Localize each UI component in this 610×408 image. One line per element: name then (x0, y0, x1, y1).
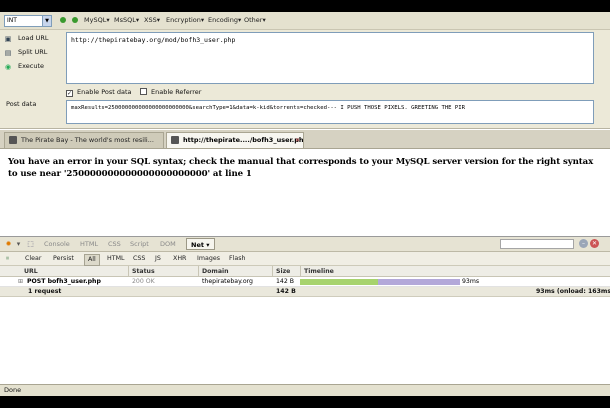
tab-css[interactable]: CSS (108, 240, 121, 249)
net-summary-row: 1 request 142 B 93ms (onload: 163ms) (0, 287, 610, 297)
letterbox-top (0, 0, 610, 12)
total-timing: 93ms (onload: 163ms) (536, 288, 610, 295)
tab-console[interactable]: Console (44, 240, 70, 249)
remove-icon[interactable] (72, 17, 78, 23)
filter-html[interactable]: HTML (104, 254, 128, 264)
request-time: 93ms (462, 278, 480, 285)
menu-mysql[interactable]: MySQL▾ (84, 16, 110, 25)
favicon-icon (171, 136, 179, 144)
tab-pirate-bay[interactable]: The Pirate Bay - The world's most resili… (4, 132, 164, 148)
checkbox-checked-icon: ✓ (66, 90, 73, 97)
split-url-button[interactable]: ▤ Split URL (4, 48, 48, 57)
page-content: You have an error in your SQL syntax; ch… (0, 150, 610, 234)
execute-button[interactable]: ◉ Execute (4, 62, 44, 71)
column-domain[interactable]: Domain (202, 267, 229, 276)
hackbar-menu: INT ▼ MySQL▾ MsSQL▾ XSS▾ Encryption▾ Enco… (0, 12, 610, 30)
clear-button[interactable]: Clear (22, 254, 44, 264)
column-timeline[interactable]: Timeline (304, 267, 334, 276)
split-url-icon: ▤ (4, 49, 12, 57)
chevron-down-icon: ▼ (42, 16, 51, 26)
close-icon[interactable]: ✕ (295, 133, 300, 148)
filter-all[interactable]: All (84, 254, 100, 266)
tab-html[interactable]: HTML (80, 240, 98, 249)
enable-referrer-checkbox[interactable]: Enable Referrer (140, 88, 201, 96)
status-bar: Done (0, 384, 610, 396)
tab-bar: The Pirate Bay - The world's most resili… (0, 130, 610, 149)
pause-icon[interactable]: ⏸ (3, 254, 12, 263)
add-icon[interactable] (60, 17, 66, 23)
favicon-icon (9, 136, 17, 144)
search-input[interactable] (500, 239, 574, 249)
url-input[interactable]: http://thepiratebay.org/mod/bofh3_user.p… (66, 32, 594, 84)
request-count: 1 request (28, 288, 62, 295)
net-filter-bar: ⏸ Clear Persist All HTML CSS JS XHR Imag… (0, 252, 610, 266)
browser-window: INT ▼ MySQL▾ MsSQL▾ XSS▾ Encryption▾ Enco… (0, 12, 610, 396)
tab-script[interactable]: Script (130, 240, 149, 249)
filter-flash[interactable]: Flash (226, 254, 249, 264)
filter-css[interactable]: CSS (130, 254, 148, 264)
column-status[interactable]: Status (132, 267, 155, 276)
type-select[interactable]: INT ▼ (4, 15, 52, 27)
request-domain: thepiratebay.org (202, 278, 253, 285)
menu-encryption[interactable]: Encryption▾ (166, 16, 204, 25)
tab-net[interactable]: Net ▾ (186, 238, 215, 250)
checkbox-empty-icon (140, 88, 147, 95)
tab-bofh3-user[interactable]: http://thepirate..../bofh3_user.php ✕ (166, 132, 304, 148)
close-icon[interactable]: ✕ (590, 239, 599, 248)
request-size: 142 B (276, 278, 295, 285)
menu-encoding[interactable]: Encoding▾ (208, 16, 241, 25)
filter-images[interactable]: Images (194, 254, 223, 264)
firebug-panel: ✹ ▾ ⬚ Console HTML CSS Script DOM Net ▾ … (0, 236, 610, 384)
hackbar-panel: INT ▼ MySQL▾ MsSQL▾ XSS▾ Encryption▾ Enco… (0, 12, 610, 129)
persist-button[interactable]: Persist (50, 254, 77, 264)
firebug-icon[interactable]: ✹ (4, 240, 13, 249)
column-url[interactable]: URL (24, 267, 38, 276)
filter-js[interactable]: JS (152, 254, 164, 264)
letterbox-bottom (0, 396, 610, 408)
post-data-label: Post data (6, 100, 37, 108)
load-url-icon: ▣ (4, 35, 12, 43)
net-table-header: URL Status Domain Size Timeline (0, 266, 610, 277)
sql-error-message: You have an error in your SQL syntax; ch… (8, 157, 594, 179)
status-text: Done (4, 386, 22, 394)
tab-dom[interactable]: DOM (160, 240, 176, 249)
execute-icon: ◉ (4, 63, 12, 71)
menu-mssql[interactable]: MsSQL▾ (114, 16, 139, 25)
post-data-input[interactable]: maxResults=250000000000000000000000&sear… (66, 100, 594, 124)
menu-arrow-icon[interactable]: ▾ (14, 240, 23, 249)
firebug-toolbar: ✹ ▾ ⬚ Console HTML CSS Script DOM Net ▾ … (0, 237, 610, 252)
minimize-icon[interactable]: – (579, 239, 588, 248)
request-url: POST bofh3_user.php (27, 278, 101, 285)
timeline-waiting-bar (300, 279, 378, 285)
menu-xss[interactable]: XSS▾ (144, 16, 160, 25)
load-url-button[interactable]: ▣ Load URL (4, 34, 49, 43)
menu-other[interactable]: Other▾ (244, 16, 266, 25)
expand-icon[interactable]: ⊞ (18, 278, 23, 286)
request-status: 200 OK (132, 278, 155, 285)
total-size: 142 B (276, 288, 296, 295)
filter-xhr[interactable]: XHR (170, 254, 189, 264)
inspect-icon[interactable]: ⬚ (26, 240, 35, 249)
enable-post-checkbox[interactable]: ✓ Enable Post data (66, 88, 132, 97)
table-row[interactable]: ⊞ POST bofh3_user.php 200 OK thepirateba… (0, 277, 610, 287)
timeline-receiving-bar (378, 279, 460, 285)
column-size[interactable]: Size (276, 267, 290, 276)
